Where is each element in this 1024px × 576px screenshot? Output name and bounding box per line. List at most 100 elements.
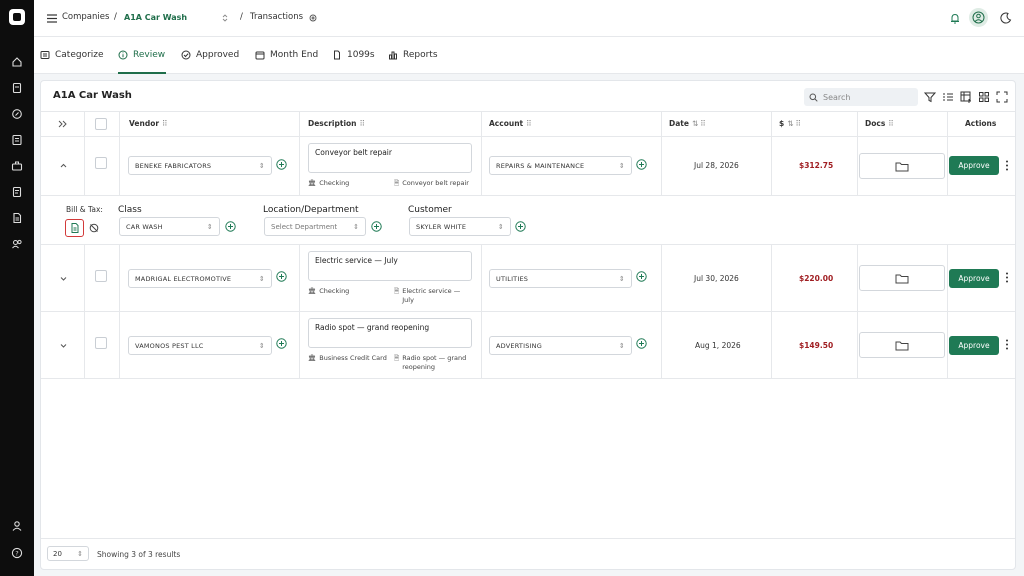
chevron-up-icon[interactable] — [59, 161, 68, 170]
class-label: Class — [118, 205, 142, 215]
amount-value: $149.50 — [799, 341, 834, 350]
grid-view-icon[interactable] — [978, 91, 990, 103]
tab-1099s[interactable]: 1099s — [332, 50, 375, 60]
customer-select[interactable]: SKYLER WHITE ⇕ — [409, 217, 511, 236]
bank-icon: 🏛 — [308, 179, 317, 187]
breadcrumb-companies[interactable]: Companies — [62, 12, 109, 22]
briefcase-icon[interactable] — [11, 160, 23, 172]
column-menu-icon[interactable]: ⠿ — [162, 119, 167, 128]
row-checkbox[interactable] — [95, 337, 107, 349]
memo-tag: 🗎 Electric service — July — [394, 287, 466, 305]
column-header-account[interactable]: Account ⠿ — [489, 119, 532, 128]
avatar[interactable] — [969, 8, 988, 27]
users-icon[interactable] — [11, 238, 23, 250]
page-size-select[interactable]: 20 ⇕ — [47, 546, 89, 561]
description-value: Conveyor belt repair — [315, 148, 392, 157]
filter-icon[interactable] — [924, 91, 936, 103]
row-checkbox[interactable] — [95, 157, 107, 169]
column-menu-icon[interactable]: ⠿ — [796, 119, 801, 128]
list-view-icon[interactable] — [942, 91, 954, 103]
column-header-description[interactable]: Description ⠿ — [308, 119, 365, 128]
file-icon[interactable] — [11, 212, 23, 224]
search-input[interactable]: Search — [804, 88, 918, 106]
document-list-icon[interactable] — [11, 186, 23, 198]
fullscreen-icon[interactable] — [996, 91, 1008, 103]
chevron-down-icon[interactable] — [59, 341, 68, 350]
receipt-icon[interactable] — [11, 82, 23, 94]
column-header-date[interactable]: Date ⇅ ⠿ — [669, 119, 706, 128]
table-add-icon[interactable] — [960, 91, 972, 103]
column-menu-icon[interactable]: ⠿ — [888, 119, 893, 128]
home-icon[interactable] — [11, 56, 23, 68]
sort-icon[interactable]: ⇅ — [787, 119, 793, 128]
add-customer-icon[interactable] — [515, 221, 526, 232]
bill-toggle-button[interactable] — [65, 219, 84, 237]
bell-icon[interactable] — [950, 13, 960, 24]
column-header-docs[interactable]: Docs ⠿ — [865, 119, 894, 128]
sort-icon[interactable]: ⇅ — [692, 119, 698, 128]
add-account-icon[interactable] — [636, 338, 647, 349]
chevron-updown-icon[interactable] — [222, 13, 228, 23]
add-account-icon[interactable] — [636, 271, 647, 282]
tab-reports[interactable]: Reports — [388, 50, 438, 60]
divider — [947, 111, 948, 195]
approve-button[interactable]: Approve — [949, 156, 999, 175]
expand-all-icon[interactable] — [58, 120, 67, 128]
description-field[interactable]: Conveyor belt repair — [308, 143, 472, 173]
more-options-icon[interactable] — [1005, 160, 1009, 171]
vendor-select[interactable]: VAMONOS PEST LLC ⇕ — [128, 336, 272, 355]
add-location-icon[interactable] — [371, 221, 382, 232]
chevron-down-icon[interactable] — [59, 274, 68, 283]
column-label: Actions — [965, 119, 997, 128]
tab-approved[interactable]: Approved — [181, 50, 239, 60]
help-icon[interactable]: ? — [11, 547, 23, 559]
ledger-icon[interactable] — [11, 134, 23, 146]
tax-off-icon[interactable] — [89, 223, 99, 233]
tab-categorize[interactable]: Categorize — [40, 50, 104, 60]
add-account-icon[interactable] — [636, 159, 647, 170]
company-selector[interactable]: A1A Car Wash — [124, 13, 187, 22]
vendor-select[interactable]: MADRIGAL ELECTROMOTIVE ⇕ — [128, 269, 272, 288]
tab-label: Review — [133, 50, 166, 60]
column-header-amount[interactable]: $ ⇅ ⠿ — [779, 119, 801, 128]
column-menu-icon[interactable]: ⠿ — [360, 119, 365, 128]
compass-icon[interactable] — [11, 108, 23, 120]
select-all-checkbox[interactable] — [95, 118, 107, 130]
more-options-icon[interactable] — [1005, 272, 1009, 283]
divider — [41, 195, 1015, 196]
class-select[interactable]: CAR WASH ⇕ — [119, 217, 220, 236]
column-menu-icon[interactable]: ⠿ — [700, 119, 705, 128]
vendor-value: MADRIGAL ELECTROMOTIVE — [135, 274, 232, 283]
location-select[interactable]: Select Department ⇕ — [264, 217, 366, 236]
approve-button[interactable]: Approve — [949, 269, 999, 288]
tab-label: Categorize — [55, 50, 104, 60]
tab-month-end[interactable]: Month End — [255, 50, 318, 60]
menu-icon[interactable] — [47, 14, 57, 23]
approve-button[interactable]: Approve — [949, 336, 999, 355]
row-checkbox[interactable] — [95, 270, 107, 282]
docs-dropzone[interactable] — [859, 153, 945, 179]
settings-icon[interactable] — [309, 14, 317, 22]
account-select[interactable]: REPAIRS & MAINTENANCE ⇕ — [489, 156, 632, 175]
card-title: A1A Car Wash — [53, 90, 132, 101]
column-header-vendor[interactable]: Vendor ⠿ — [129, 119, 167, 128]
docs-dropzone[interactable] — [859, 332, 945, 358]
page-title: Transactions — [250, 12, 304, 22]
account-select[interactable]: ADVERTISING ⇕ — [489, 336, 632, 355]
add-class-icon[interactable] — [225, 221, 236, 232]
docs-dropzone[interactable] — [859, 265, 945, 291]
app-logo[interactable] — [9, 9, 25, 25]
add-vendor-icon[interactable] — [276, 159, 287, 170]
tab-review[interactable]: Review — [118, 50, 165, 60]
moon-icon[interactable] — [1000, 12, 1012, 24]
vendor-select[interactable]: BENEKE FABRICATORS ⇕ — [128, 156, 272, 175]
add-vendor-icon[interactable] — [276, 338, 287, 349]
add-vendor-icon[interactable] — [276, 271, 287, 282]
account-select[interactable]: UTILITIES ⇕ — [489, 269, 632, 288]
description-field[interactable]: Radio spot — grand reopening — [308, 318, 472, 348]
more-options-icon[interactable] — [1005, 339, 1009, 350]
column-menu-icon[interactable]: ⠿ — [526, 119, 531, 128]
description-field[interactable]: Electric service — July — [308, 251, 472, 281]
profile-icon[interactable] — [11, 520, 23, 532]
folder-icon — [895, 341, 909, 350]
